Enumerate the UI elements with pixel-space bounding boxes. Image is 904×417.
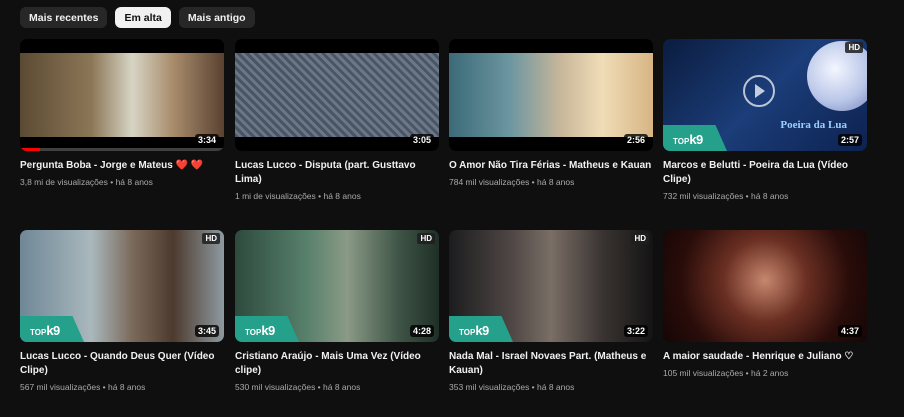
- video-thumbnail[interactable]: 4:37: [663, 230, 867, 342]
- play-icon: [743, 75, 775, 107]
- video-title[interactable]: Nada Mal - Israel Novaes Part. (Matheus …: [449, 350, 653, 378]
- video-meta: 784 mil visualizações • há 8 anos: [449, 177, 575, 187]
- filter-chip-mais-recentes[interactable]: Mais recentes: [20, 7, 108, 28]
- filter-chip-bar: Mais recentes Em alta Mais antigo: [20, 7, 255, 28]
- video-card[interactable]: TOPk9 HD 3:22 Nada Mal - Israel Novaes P…: [449, 230, 653, 393]
- video-meta: 3,8 mi de visualizações • há 8 anos: [20, 177, 153, 187]
- video-title[interactable]: Pergunta Boba - Jorge e Mateus ❤️ ❤️: [20, 159, 224, 173]
- hd-badge: HD: [845, 42, 863, 53]
- duration-badge: 2:57: [837, 134, 862, 146]
- filter-chip-mais-antigo[interactable]: Mais antigo: [178, 7, 255, 28]
- video-meta: 732 mil visualizações • há 8 anos: [663, 191, 789, 201]
- video-card[interactable]: Poeira da Lua TOPk9 HD 2:57 Marcos e Bel…: [663, 39, 867, 202]
- video-title[interactable]: Lucas Lucco - Quando Deus Quer (Vídeo Cl…: [20, 350, 224, 378]
- brand-logo: TOPk9: [245, 323, 275, 338]
- duration-badge: 3:05: [409, 134, 434, 146]
- video-card[interactable]: 2:56 O Amor Não Tira Férias - Matheus e …: [449, 39, 653, 188]
- video-thumbnail[interactable]: Poeira da Lua TOPk9 HD 2:57: [663, 39, 867, 151]
- video-card[interactable]: TOPk9 HD 4:28 Cristiano Araújo - Mais Um…: [235, 230, 439, 393]
- filter-chip-em-alta[interactable]: Em alta: [115, 7, 171, 28]
- video-thumbnail[interactable]: TOPk9 HD 4:28: [235, 230, 439, 342]
- duration-badge: 3:34: [194, 134, 219, 146]
- video-meta: 105 mil visualizações • há 2 anos: [663, 368, 789, 378]
- video-thumbnail[interactable]: 3:34: [20, 39, 224, 151]
- video-meta: 530 mil visualizações • há 8 anos: [235, 382, 361, 392]
- hd-badge: HD: [417, 233, 435, 244]
- video-thumbnail[interactable]: 3:05: [235, 39, 439, 151]
- brand-logo: TOPk9: [459, 323, 489, 338]
- video-meta: 567 mil visualizações • há 8 anos: [20, 382, 146, 392]
- video-title[interactable]: A maior saudade - Henrique e Juliano ♡: [663, 350, 867, 364]
- video-card[interactable]: TOPk9 HD 3:45 Lucas Lucco - Quando Deus …: [20, 230, 224, 393]
- hd-badge: HD: [631, 233, 649, 244]
- duration-badge: 4:37: [837, 325, 862, 337]
- video-card[interactable]: 3:05 Lucas Lucco - Disputa (part. Gustta…: [235, 39, 439, 202]
- video-meta: 353 mil visualizações • há 8 anos: [449, 382, 575, 392]
- video-card[interactable]: 4:37 A maior saudade - Henrique e Julian…: [663, 230, 867, 379]
- duration-badge: 2:56: [623, 134, 648, 146]
- brand-logo: TOPk9: [673, 132, 703, 147]
- video-thumbnail[interactable]: 2:56: [449, 39, 653, 151]
- video-title[interactable]: O Amor Não Tira Férias - Matheus e Kauan: [449, 159, 653, 173]
- duration-badge: 4:28: [409, 325, 434, 337]
- watch-progress-bar: [20, 148, 224, 151]
- hd-badge: HD: [202, 233, 220, 244]
- video-title[interactable]: Lucas Lucco - Disputa (part. Gusttavo Li…: [235, 159, 439, 187]
- video-card[interactable]: 3:34 Pergunta Boba - Jorge e Mateus ❤️ ❤…: [20, 39, 224, 188]
- video-title[interactable]: Marcos e Belutti - Poeira da Lua (Vídeo …: [663, 159, 867, 187]
- duration-badge: 3:45: [194, 325, 219, 337]
- watch-progress-fill: [20, 148, 41, 151]
- video-title[interactable]: Cristiano Araújo - Mais Uma Vez (Vídeo c…: [235, 350, 439, 378]
- video-thumbnail[interactable]: TOPk9 HD 3:45: [20, 230, 224, 342]
- video-meta: 1 mi de visualizações • há 8 anos: [235, 191, 361, 201]
- brand-logo: TOPk9: [30, 323, 60, 338]
- video-thumbnail[interactable]: TOPk9 HD 3:22: [449, 230, 653, 342]
- duration-badge: 3:22: [623, 325, 648, 337]
- thumbnail-overlay-text: Poeira da Lua: [780, 119, 847, 131]
